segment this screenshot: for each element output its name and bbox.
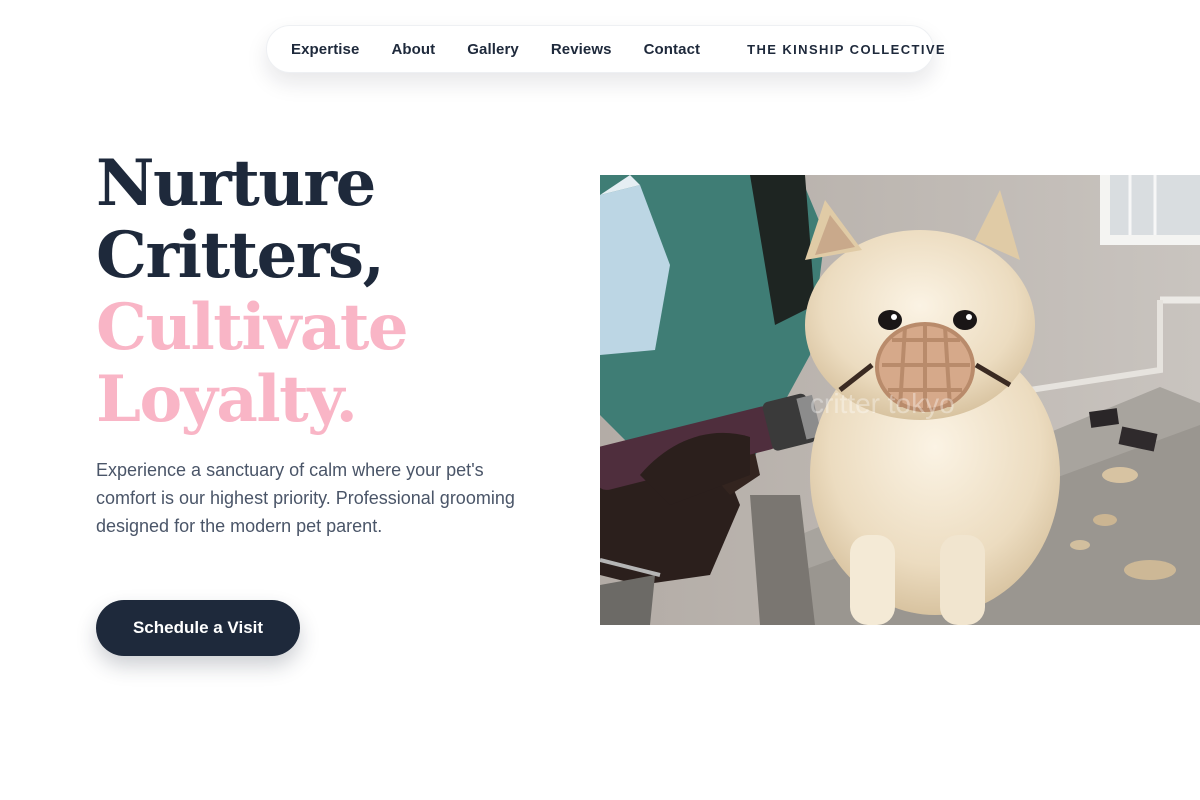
headline-line-3: Cultivate [96, 290, 409, 365]
photo-watermark: critter tokyo [810, 388, 955, 419]
nav-link-contact[interactable]: Contact [644, 41, 701, 58]
nav-link-reviews[interactable]: Reviews [551, 41, 612, 58]
hero-lead-text: Experience a sanctuary of calm where you… [96, 460, 515, 536]
top-navigation: Expertise About Gallery Reviews Contact … [266, 25, 945, 73]
nav-links: Expertise About Gallery Reviews Contact [267, 41, 700, 58]
headline-line-4: Loyalty. [96, 362, 358, 437]
nav-link-expertise[interactable]: Expertise [291, 41, 359, 58]
headline-line-2: Critters, [96, 218, 385, 293]
schedule-visit-button[interactable]: Schedule a Visit [96, 600, 300, 656]
nav-link-gallery[interactable]: Gallery [467, 41, 519, 58]
headline-line-1: Nurture [96, 146, 376, 221]
hero-photo: critter tokyo [600, 175, 1200, 625]
landing-page: Expertise About Gallery Reviews Contact … [0, 0, 1200, 800]
brand-logo[interactable]: THE KINSHIP COLLECTIVE [747, 42, 946, 57]
hero-headline: Nurture Critters, Cultivate Loyalty. [96, 146, 409, 437]
nav-link-about[interactable]: About [391, 41, 435, 58]
